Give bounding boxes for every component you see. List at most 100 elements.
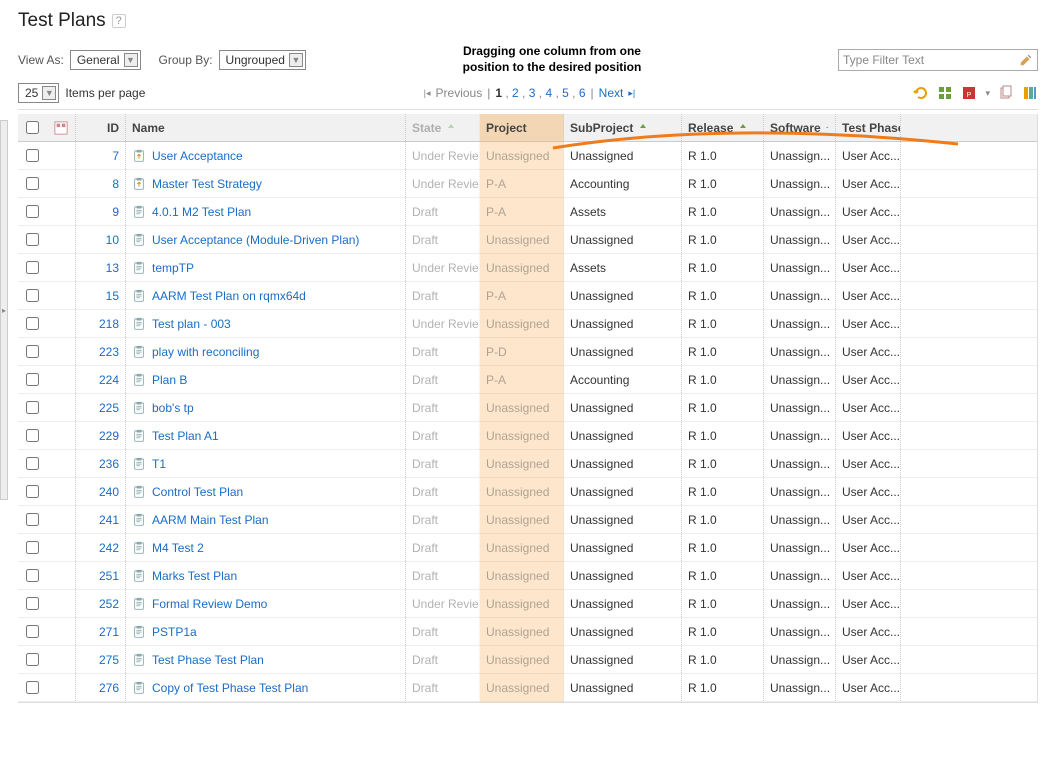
- row-name-link[interactable]: play with reconciling: [152, 345, 259, 359]
- export-dropdown-icon[interactable]: ▾: [985, 88, 990, 99]
- first-page-icon[interactable]: |◂: [424, 88, 431, 99]
- row-subproject: Unassigned: [564, 310, 682, 337]
- row-checkbox[interactable]: [26, 457, 39, 470]
- group-by-dropdown[interactable]: Ungrouped ▼: [219, 50, 306, 70]
- items-per-page-dropdown[interactable]: 25 ▼: [18, 83, 59, 103]
- row-subproject: Accounting: [564, 366, 682, 393]
- row-id-link[interactable]: 224: [99, 373, 119, 387]
- row-id-link[interactable]: 241: [99, 513, 119, 527]
- row-checkbox[interactable]: [26, 317, 39, 330]
- pdf-icon[interactable]: P: [961, 85, 977, 101]
- row-name-link[interactable]: T1: [152, 457, 166, 471]
- help-icon[interactable]: ?: [112, 14, 126, 28]
- row-name-link[interactable]: M4 Test 2: [152, 541, 204, 555]
- row-id-link[interactable]: 275: [99, 653, 119, 667]
- copy-icon[interactable]: [998, 85, 1014, 101]
- column-header-project[interactable]: Project: [480, 114, 564, 141]
- row-software: Unassign...: [764, 366, 836, 393]
- row-checkbox[interactable]: [26, 429, 39, 442]
- row-name-link[interactable]: Formal Review Demo: [152, 597, 267, 611]
- table-row: 241AARM Main Test PlanDraftUnassignedUna…: [18, 506, 1037, 534]
- page-link-5[interactable]: 5: [562, 86, 569, 100]
- column-header-id[interactable]: ID: [76, 114, 126, 141]
- page-link-2[interactable]: 2: [512, 86, 519, 100]
- row-checkbox[interactable]: [26, 541, 39, 554]
- row-checkbox[interactable]: [26, 681, 39, 694]
- row-checkbox[interactable]: [26, 569, 39, 582]
- row-name-link[interactable]: User Acceptance: [152, 149, 243, 163]
- row-name-link[interactable]: Plan B: [152, 373, 187, 387]
- row-name-link[interactable]: Test Phase Test Plan: [152, 653, 264, 667]
- row-id-link[interactable]: 13: [106, 261, 119, 275]
- page-link-6[interactable]: 6: [579, 86, 586, 100]
- row-checkbox[interactable]: [26, 345, 39, 358]
- row-id-link[interactable]: 240: [99, 485, 119, 499]
- row-name-link[interactable]: User Acceptance (Module-Driven Plan): [152, 233, 359, 247]
- row-id-link[interactable]: 271: [99, 625, 119, 639]
- row-id-link[interactable]: 7: [112, 149, 119, 163]
- row-checkbox[interactable]: [26, 485, 39, 498]
- row-id-link[interactable]: 10: [106, 233, 119, 247]
- refresh-icon[interactable]: [913, 85, 929, 101]
- row-checkbox[interactable]: [26, 205, 39, 218]
- row-id-link[interactable]: 229: [99, 429, 119, 443]
- row-id-link[interactable]: 276: [99, 681, 119, 695]
- row-checkbox[interactable]: [26, 233, 39, 246]
- row-id-link[interactable]: 252: [99, 597, 119, 611]
- row-checkbox[interactable]: [26, 261, 39, 274]
- row-name-link[interactable]: tempTP: [152, 261, 194, 275]
- column-header-testphase[interactable]: Test Phase: [836, 114, 901, 141]
- row-release: R 1.0: [682, 618, 764, 645]
- row-name-link[interactable]: 4.0.1 M2 Test Plan: [152, 205, 251, 219]
- column-header-subproject[interactable]: SubProject: [564, 114, 682, 141]
- row-checkbox[interactable]: [26, 177, 39, 190]
- row-name-link[interactable]: AARM Main Test Plan: [152, 513, 269, 527]
- row-name-link[interactable]: bob's tp: [152, 401, 194, 415]
- table-row: 224Plan BDraftP-AAccountingR 1.0Unassign…: [18, 366, 1037, 394]
- row-checkbox[interactable]: [26, 625, 39, 638]
- row-checkbox[interactable]: [26, 653, 39, 666]
- filter-input[interactable]: Type Filter Text: [838, 49, 1038, 71]
- row-name-link[interactable]: AARM Test Plan on rqmx64d: [152, 289, 306, 303]
- configure-columns-icon[interactable]: [54, 121, 68, 135]
- select-all-checkbox[interactable]: [26, 121, 39, 134]
- table-row: 276Copy of Test Phase Test PlanDraftUnas…: [18, 674, 1037, 702]
- row-id-link[interactable]: 9: [112, 205, 119, 219]
- row-name-link[interactable]: Control Test Plan: [152, 485, 243, 499]
- columns-icon[interactable]: [1022, 85, 1038, 101]
- row-state: Under Review: [406, 310, 480, 337]
- column-header-release[interactable]: Release: [682, 114, 764, 141]
- row-name-link[interactable]: Marks Test Plan: [152, 569, 237, 583]
- row-checkbox[interactable]: [26, 513, 39, 526]
- next-link[interactable]: Next: [599, 86, 624, 100]
- row-checkbox[interactable]: [26, 401, 39, 414]
- page-link-1[interactable]: 1: [495, 86, 502, 100]
- grid-icon[interactable]: [937, 85, 953, 101]
- row-name-link[interactable]: Copy of Test Phase Test Plan: [152, 681, 308, 695]
- collapse-handle[interactable]: ▸: [0, 120, 8, 500]
- row-checkbox[interactable]: [26, 373, 39, 386]
- row-id-link[interactable]: 242: [99, 541, 119, 555]
- row-id-link[interactable]: 251: [99, 569, 119, 583]
- row-name-link[interactable]: Master Test Strategy: [152, 177, 262, 191]
- row-checkbox[interactable]: [26, 289, 39, 302]
- row-testphase: User Acc...: [836, 590, 901, 617]
- row-checkbox[interactable]: [26, 149, 39, 162]
- row-id-link[interactable]: 225: [99, 401, 119, 415]
- column-header-state[interactable]: State: [406, 114, 480, 141]
- last-page-icon[interactable]: ▸|: [628, 88, 635, 99]
- view-as-dropdown[interactable]: General ▼: [70, 50, 141, 70]
- row-id-link[interactable]: 8: [112, 177, 119, 191]
- row-id-link[interactable]: 236: [99, 457, 119, 471]
- row-id-link[interactable]: 223: [99, 345, 119, 359]
- row-id-link[interactable]: 218: [99, 317, 119, 331]
- prev-link[interactable]: Previous: [436, 86, 483, 100]
- column-header-name[interactable]: Name: [126, 114, 406, 141]
- row-name-link[interactable]: Test plan - 003: [152, 317, 231, 331]
- row-name-link[interactable]: Test Plan A1: [152, 429, 219, 443]
- row-project: Unassigned: [480, 674, 564, 701]
- column-header-software[interactable]: Software: [764, 114, 836, 141]
- row-id-link[interactable]: 15: [106, 289, 119, 303]
- row-checkbox[interactable]: [26, 597, 39, 610]
- row-name-link[interactable]: PSTP1a: [152, 625, 197, 639]
